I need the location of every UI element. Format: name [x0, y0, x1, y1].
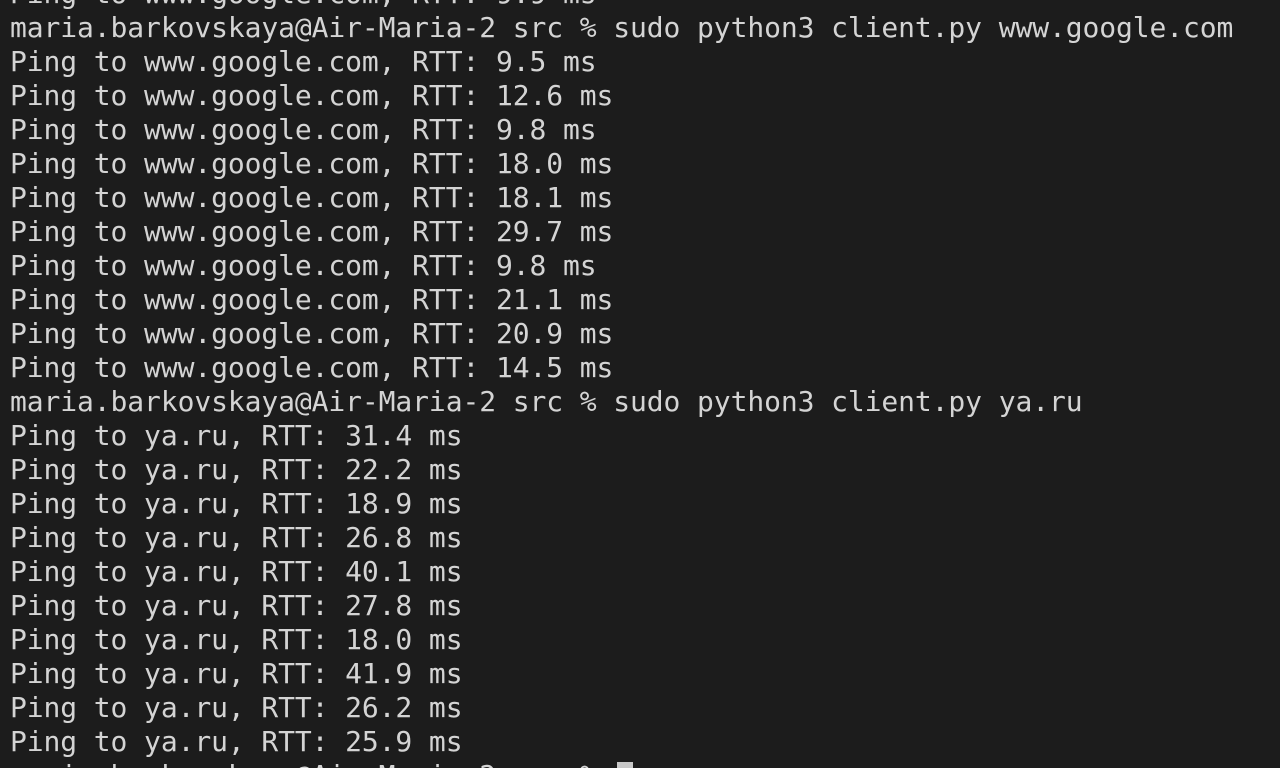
terminal-line: Ping to ya.ru, RTT: 25.9 ms: [10, 725, 463, 758]
terminal-line: Ping to www.google.com, RTT: 29.7 ms: [10, 215, 614, 248]
prompt-line[interactable]: maria.barkovskaya@Air-Maria-2 src %: [10, 759, 1233, 768]
terminal-line: Ping to www.google.com, RTT: 12.6 ms: [10, 79, 614, 112]
terminal-line: Ping to www.google.com, RTT: 18.0 ms: [10, 147, 614, 180]
terminal-output: Ping to www.google.com, RTT: 9.9 ms mari…: [10, 0, 1233, 768]
command-line: maria.barkovskaya@Air-Maria-2 src % sudo…: [10, 385, 1083, 418]
terminal-line: Ping to www.google.com, RTT: 18.1 ms: [10, 181, 614, 214]
command-line: maria.barkovskaya@Air-Maria-2 src % sudo…: [10, 11, 1234, 44]
terminal-line: Ping to ya.ru, RTT: 18.9 ms: [10, 487, 463, 520]
terminal-line: Ping to ya.ru, RTT: 41.9 ms: [10, 657, 463, 690]
terminal-line: Ping to ya.ru, RTT: 22.2 ms: [10, 453, 463, 486]
terminal-line: Ping to ya.ru, RTT: 18.0 ms: [10, 623, 463, 656]
terminal-line: Ping to www.google.com, RTT: 14.5 ms: [10, 351, 614, 384]
terminal-line: Ping to ya.ru, RTT: 26.2 ms: [10, 691, 463, 724]
terminal-line: Ping to ya.ru, RTT: 27.8 ms: [10, 589, 463, 622]
text-cursor: [617, 762, 634, 768]
terminal-line: Ping to www.google.com, RTT: 9.8 ms: [10, 113, 597, 146]
terminal-line: Ping to www.google.com, RTT: 9.5 ms: [10, 45, 597, 78]
terminal-window[interactable]: Ping to www.google.com, RTT: 9.9 ms mari…: [0, 0, 1280, 768]
terminal-line: Ping to www.google.com, RTT: 9.8 ms: [10, 249, 597, 282]
terminal-line: Ping to ya.ru, RTT: 26.8 ms: [10, 521, 463, 554]
terminal-line: Ping to ya.ru, RTT: 40.1 ms: [10, 555, 463, 588]
terminal-line: Ping to www.google.com, RTT: 9.9 ms: [10, 0, 1233, 11]
terminal-line: Ping to www.google.com, RTT: 21.1 ms: [10, 283, 614, 316]
terminal-line: Ping to www.google.com, RTT: 20.9 ms: [10, 317, 614, 350]
terminal-line: Ping to ya.ru, RTT: 31.4 ms: [10, 419, 463, 452]
prompt-text: maria.barkovskaya@Air-Maria-2 src %: [10, 759, 613, 768]
